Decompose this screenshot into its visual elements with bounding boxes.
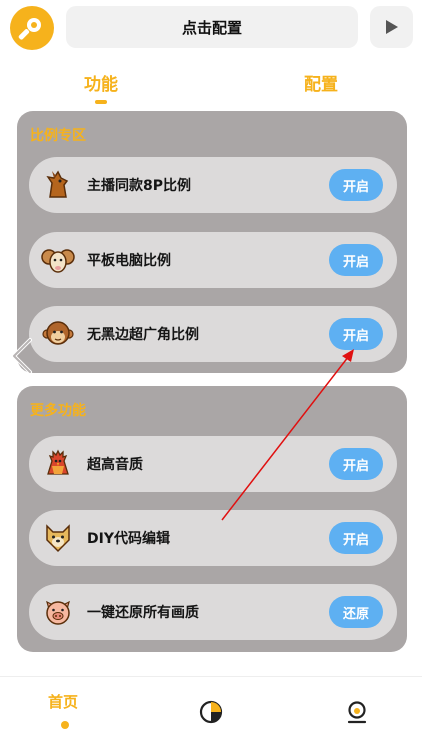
horse-icon (41, 168, 75, 202)
nav-home[interactable]: 首页 (48, 691, 78, 712)
restore-button[interactable]: 还原 (329, 596, 383, 628)
list-item: DIY代码编辑 开启 (29, 510, 397, 566)
profile-icon[interactable] (344, 699, 370, 725)
bottom-nav: 首页 (0, 676, 422, 736)
list-item: 平板电脑比例 开启 (29, 232, 397, 288)
row-label: 平板电脑比例 (87, 253, 171, 269)
dog-icon (41, 521, 75, 555)
tab-functions[interactable]: 功能 (84, 70, 118, 95)
enable-button[interactable]: 开启 (329, 522, 383, 554)
enable-button[interactable]: 开启 (329, 448, 383, 480)
monkey-icon (41, 317, 75, 351)
play-icon[interactable] (370, 6, 413, 48)
panel-title: 更多功能 (30, 403, 86, 419)
config-button[interactable]: 点击配置 (66, 6, 358, 48)
ratio-panel: 比例专区 主播同款8P比例 开启 平板电脑比例 开启 无黑边超广角比例 开启 (17, 111, 407, 373)
list-item: 主播同款8P比例 开启 (29, 157, 397, 213)
nav-active-dot (61, 721, 69, 729)
panel-title: 比例专区 (30, 128, 86, 144)
list-item: 超高音质 开启 (29, 436, 397, 492)
enable-button[interactable]: 开启 (329, 318, 383, 350)
list-item: 无黑边超广角比例 开启 (29, 306, 397, 362)
rooster-icon (41, 447, 75, 481)
top-bar: 点击配置 (0, 0, 422, 56)
list-item: 一键还原所有画质 还原 (29, 584, 397, 640)
pig-icon (41, 595, 75, 629)
enable-button[interactable]: 开启 (329, 169, 383, 201)
tab-active-indicator (95, 100, 107, 104)
more-features-panel: 更多功能 超高音质 开启 DIY代码编辑 开启 一键还原所有画质 还原 (17, 386, 407, 652)
pie-chart-icon[interactable] (198, 699, 224, 725)
tab-config[interactable]: 配置 (304, 70, 338, 95)
row-label: DIY代码编辑 (87, 531, 170, 547)
enable-button[interactable]: 开启 (329, 244, 383, 276)
ram-icon (41, 243, 75, 277)
row-label: 一键还原所有画质 (87, 605, 199, 621)
row-label: 超高音质 (87, 457, 143, 473)
back-arrow-icon[interactable] (10, 336, 34, 376)
wrench-icon[interactable] (10, 6, 54, 50)
row-label: 无黑边超广角比例 (87, 327, 199, 343)
tab-bar: 功能 配置 (0, 62, 422, 108)
row-label: 主播同款8P比例 (87, 178, 192, 194)
